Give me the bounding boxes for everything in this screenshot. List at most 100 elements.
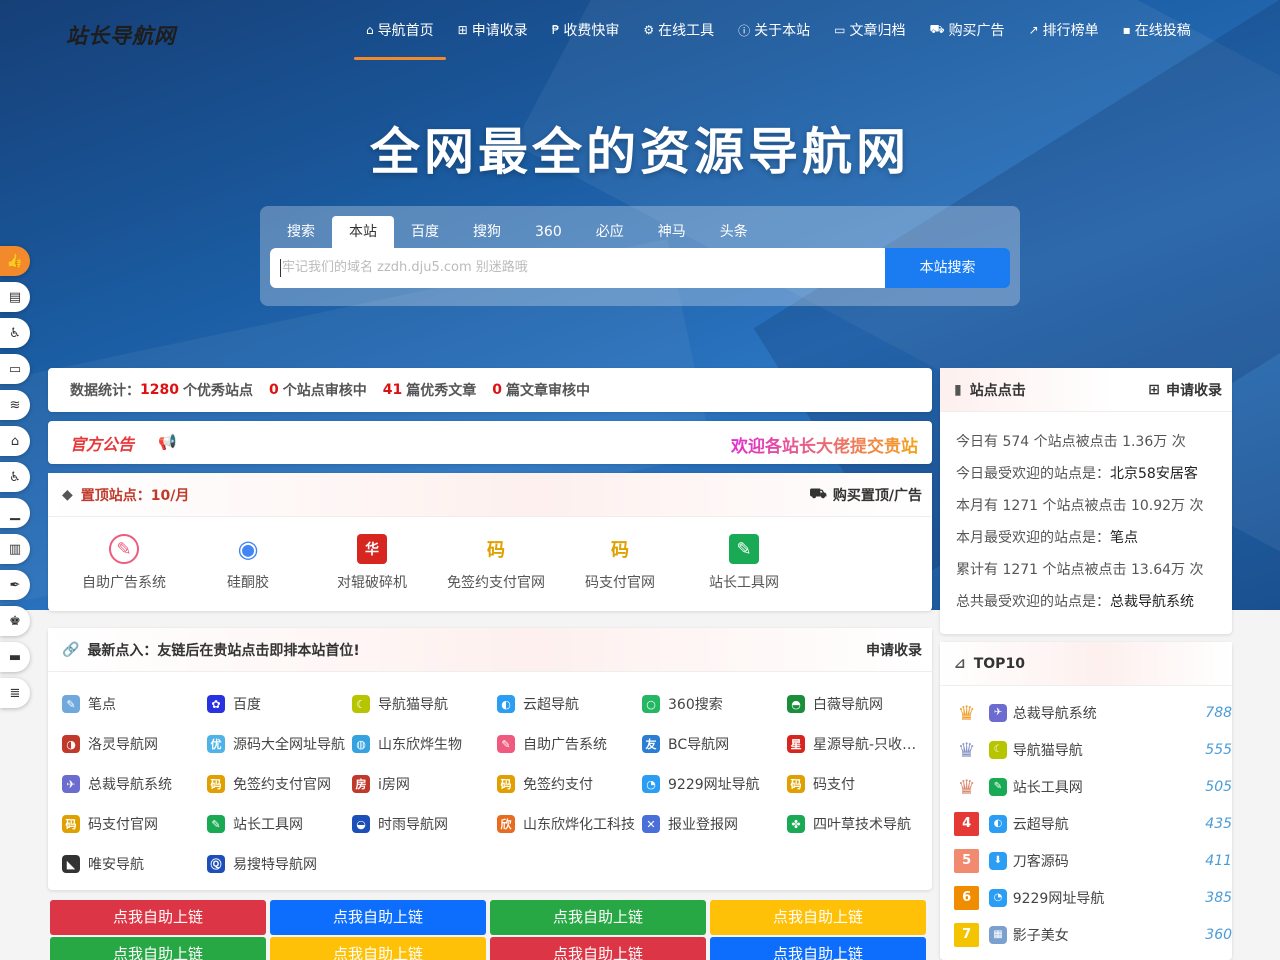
newest-link-11[interactable]: 星星源导航-只收录优质网站	[787, 724, 932, 764]
buy-ad-link[interactable]: ⛟ 购买置顶/广告	[809, 485, 922, 505]
top10-row-5[interactable]: 6 ◔ 9229网址导航 385	[954, 879, 1232, 916]
pinned-site-4[interactable]: 码码支付官网	[558, 517, 682, 609]
newest-link-23[interactable]: ✤ 四叶草技术导航	[787, 804, 932, 844]
search-tab-5[interactable]: 必应	[579, 216, 641, 248]
newest-link-label: 自助广告系统	[523, 737, 607, 753]
sidebar-button-8[interactable]: ▥	[0, 534, 30, 564]
newest-link-14[interactable]: 房 i房网	[352, 764, 497, 804]
pinned-sites-title: 置顶站点：10/月	[80, 487, 190, 504]
nav-item-2[interactable]: ₱ 收费快审	[540, 0, 632, 60]
newest-link-15[interactable]: 码免签约支付	[497, 764, 642, 804]
site-favicon-icon: 友	[642, 735, 660, 753]
search-tab-7[interactable]: 头条	[703, 216, 765, 248]
newest-link-2[interactable]: ☾ 导航猫导航	[352, 684, 497, 724]
newest-link-16[interactable]: ◔ 9229网址导航	[642, 764, 787, 804]
search-tab-2[interactable]: 百度	[394, 216, 456, 248]
newest-link-8[interactable]: ◍ 山东欣烨生物	[352, 724, 497, 764]
newest-link-4[interactable]: ○ 360搜索	[642, 684, 787, 724]
pinned-site-0[interactable]: ✎ 自助广告系统	[62, 517, 186, 609]
self-link-button-5[interactable]: 点我自助上链	[270, 937, 486, 960]
site-clicks-title: 站点点击	[969, 382, 1026, 399]
self-link-button-0[interactable]: 点我自助上链	[50, 900, 266, 935]
newest-link-21[interactable]: 欣山东欣烨化工科技	[497, 804, 642, 844]
rank-badge: 5	[954, 848, 980, 873]
site-favicon-icon: ✈	[62, 775, 80, 793]
newest-link-24[interactable]: ◣ 唯安导航	[62, 844, 207, 884]
nav-item-0[interactable]: ⌂ 导航首页	[354, 0, 446, 60]
nav-item-4[interactable]: ⓘ 关于本站	[726, 0, 822, 60]
pinned-site-5[interactable]: ✎ 站长工具网	[682, 517, 806, 609]
announcement-text[interactable]: 欢迎各站长大佬提交贵站	[731, 432, 918, 457]
sidebar-button-4[interactable]: ≋	[0, 390, 30, 420]
self-link-button-6[interactable]: 点我自助上链	[490, 937, 706, 960]
nav-item-5[interactable]: ▭ 文章归档	[822, 0, 917, 60]
search-button[interactable]: 本站搜索	[885, 248, 1010, 288]
top10-row-3[interactable]: 4 ◐ 云超导航 435	[954, 805, 1232, 842]
top10-row-6[interactable]: 7 ▦ 影子美女 360	[954, 916, 1232, 953]
sidebar-button-6[interactable]: ♿	[0, 462, 30, 492]
search-tab-3[interactable]: 搜狗	[456, 216, 518, 248]
newest-link-10[interactable]: 友 BC导航网	[642, 724, 787, 764]
sidebar-button-7[interactable]: ▁	[0, 498, 30, 528]
search-tab-6[interactable]: 神马	[641, 216, 703, 248]
pinned-site-2[interactable]: 华对辊破碎机	[310, 517, 434, 609]
newest-link-7[interactable]: 优源码大全网址导航	[207, 724, 352, 764]
sidebar-button-5[interactable]: ⌂	[0, 426, 30, 456]
sidebar-button-9[interactable]: ✒	[0, 570, 30, 600]
pinned-site-1[interactable]: ◉ 硅酮胶	[186, 517, 310, 609]
top10-row-0[interactable]: ♛ ✈ 总裁导航系统 788	[954, 694, 1232, 731]
search-tab-4[interactable]: 360	[518, 216, 579, 248]
self-link-button-4[interactable]: 点我自助上链	[50, 937, 266, 960]
newest-link-0[interactable]: ✎ 笔点	[62, 684, 207, 724]
bar-chart-icon: ▁	[10, 505, 20, 521]
newest-link-20[interactable]: ◒ 时雨导航网	[352, 804, 497, 844]
sidebar-button-1[interactable]: ▤	[0, 282, 30, 312]
newest-link-22[interactable]: ✕ 报业登报网	[642, 804, 787, 844]
top10-header: ⊿ TOP10	[940, 642, 1232, 686]
sidebar-button-0[interactable]: 👍	[0, 246, 30, 276]
self-link-button-7[interactable]: 点我自助上链	[710, 937, 926, 960]
self-link-button-1[interactable]: 点我自助上链	[270, 900, 486, 935]
sidebar-button-10[interactable]: ♚	[0, 606, 30, 636]
newest-link-12[interactable]: ✈ 总裁导航系统	[62, 764, 207, 804]
top10-row-4[interactable]: 5 ⬇ 刀客源码 411	[954, 842, 1232, 879]
nav-item-3[interactable]: ⚙ 在线工具	[631, 0, 726, 60]
nav-item-8[interactable]: ▪ 在线投稿	[1111, 0, 1203, 60]
top10-row-2[interactable]: ♛ ✎ 站长工具网 505	[954, 768, 1232, 805]
top10-site-name: 总裁导航系统	[1012, 705, 1097, 722]
newest-link-3[interactable]: ◐ 云超导航	[497, 684, 642, 724]
newest-link-17[interactable]: 码码支付	[787, 764, 932, 804]
self-link-button-2[interactable]: 点我自助上链	[490, 900, 706, 935]
newest-link-6[interactable]: ◑ 洛灵导航网	[62, 724, 207, 764]
newest-link-13[interactable]: 码免签约支付官网	[207, 764, 352, 804]
nav-item-1[interactable]: ⊞ 申请收录	[446, 0, 540, 60]
huayou-logo-icon: 华	[357, 534, 387, 564]
sidebar-button-11[interactable]: ▬	[0, 642, 30, 672]
newest-link-25[interactable]: Ⓠ 易搜特导航网	[207, 844, 352, 884]
clicks-line-text: 本月有 1271 个站点被点击 10.92万 次	[956, 498, 1204, 514]
search-input[interactable]: 牢记我们的域名 zzdh.dju5.com 别迷路哦	[270, 248, 885, 288]
newest-link-18[interactable]: 码码支付官网	[62, 804, 207, 844]
site-logo[interactable]: 站长导航网	[66, 20, 176, 50]
top10-row-1[interactable]: ♛ ☾ 导航猫导航 555	[954, 731, 1232, 768]
clicks-apply-link[interactable]: ⊞ 申请收录	[1148, 380, 1222, 400]
apply-inclusion-link[interactable]: 申请收录	[866, 640, 922, 660]
newest-link-9[interactable]: ✎ 自助广告系统	[497, 724, 642, 764]
search-tab-1[interactable]: 本站	[332, 216, 394, 248]
newest-link-label: 源码大全网址导航	[233, 737, 345, 753]
clicks-line-highlight[interactable]: 笔点	[1110, 530, 1138, 546]
newest-link-19[interactable]: ✎ 站长工具网	[207, 804, 352, 844]
clicks-line-highlight[interactable]: 总裁导航系统	[1110, 594, 1194, 610]
search-tab-0[interactable]: 搜索	[270, 216, 332, 248]
newest-link-label: 唯安导航	[88, 857, 144, 873]
sidebar-button-2[interactable]: ♿	[0, 318, 30, 348]
newest-link-5[interactable]: ◓ 白薇导航网	[787, 684, 932, 724]
nav-item-7[interactable]: ↗ 排行榜单	[1017, 0, 1111, 60]
newest-link-1[interactable]: ✿ 百度	[207, 684, 352, 724]
clicks-line-highlight[interactable]: 北京58安居客	[1110, 466, 1198, 482]
pinned-site-3[interactable]: 码免签约支付官网	[434, 517, 558, 609]
nav-item-6[interactable]: ⛟ 购买广告	[917, 0, 1016, 60]
sidebar-button-3[interactable]: ▭	[0, 354, 30, 384]
self-link-button-3[interactable]: 点我自助上链	[710, 900, 926, 935]
sidebar-button-12[interactable]: ≣	[0, 678, 30, 708]
